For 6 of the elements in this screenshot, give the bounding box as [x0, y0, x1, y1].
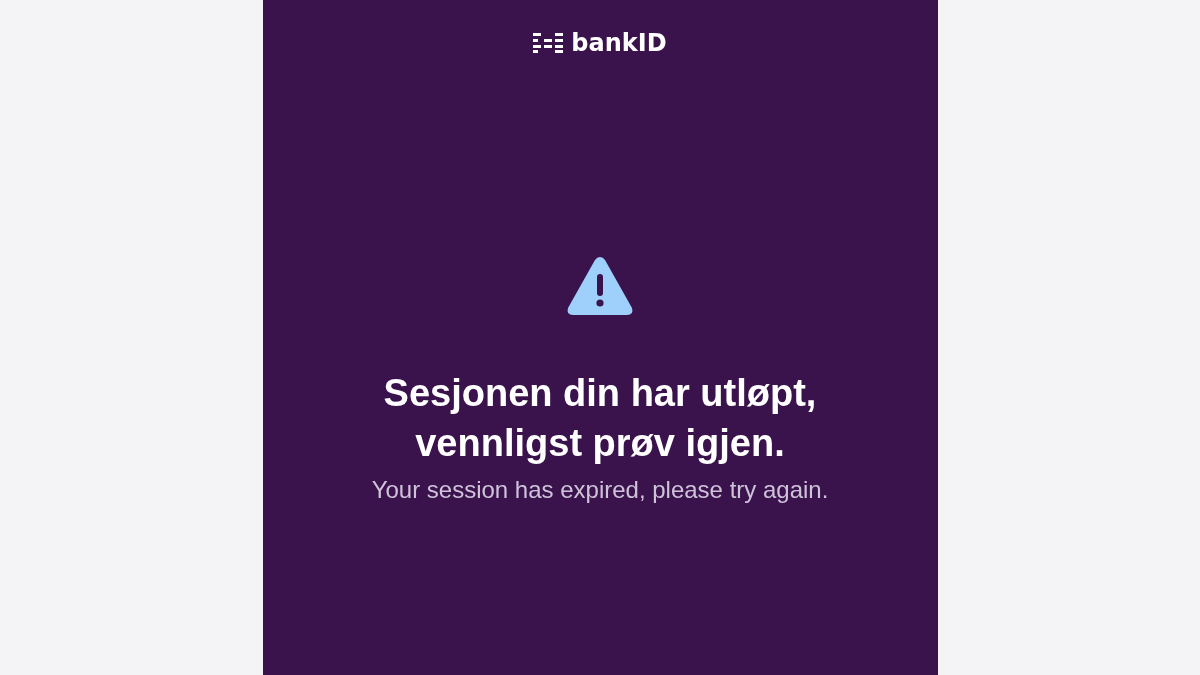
warning-icon [565, 254, 635, 318]
logo-icon [533, 33, 564, 53]
heading-line: Sesjonen din har utløpt, [383, 371, 817, 416]
subtitle-text: Your session has expired, please try again. [371, 476, 829, 504]
heading-line: vennligst prøv igjen. [415, 421, 785, 466]
logo-text: bankID [571, 29, 667, 57]
